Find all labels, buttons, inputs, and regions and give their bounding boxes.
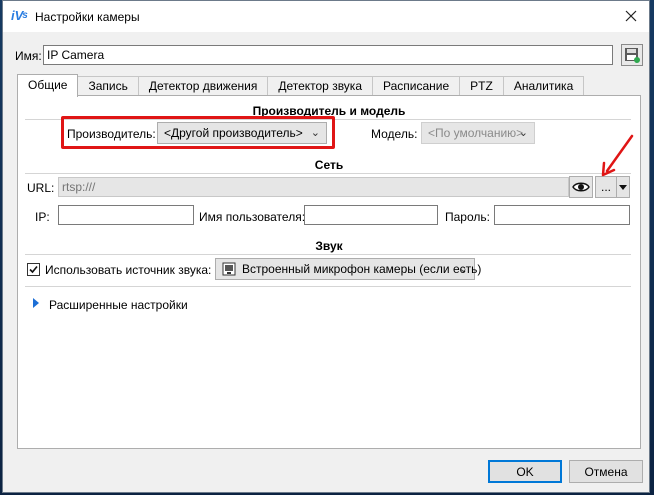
- tab-general[interactable]: Общие: [17, 74, 79, 97]
- tab-analytics[interactable]: Аналитика: [502, 76, 585, 96]
- ok-button[interactable]: OK: [488, 460, 562, 483]
- url-input[interactable]: [58, 177, 569, 197]
- url-label: URL:: [27, 181, 55, 195]
- name-input[interactable]: [43, 45, 613, 65]
- model-select[interactable]: <По умолчанию> ⌄: [421, 122, 535, 144]
- save-icon: [625, 48, 640, 63]
- tab-recording[interactable]: Запись: [77, 76, 139, 96]
- annotation-arrow-icon: [601, 134, 634, 177]
- divider: [25, 286, 631, 287]
- app-logo-icon: iVs: [11, 8, 28, 23]
- settings-tabs: Общие Запись Детектор движения Детектор …: [17, 74, 585, 97]
- password-input[interactable]: [494, 205, 630, 225]
- close-button[interactable]: [619, 5, 643, 27]
- username-input[interactable]: [304, 205, 438, 225]
- cancel-button[interactable]: Отмена: [569, 460, 643, 483]
- close-icon: [625, 10, 637, 22]
- network-section-title: Сеть: [314, 158, 344, 172]
- url-dropdown-button[interactable]: [616, 176, 630, 198]
- caret-down-icon: [619, 184, 627, 190]
- tab-motion-detector[interactable]: Детектор движения: [137, 76, 269, 96]
- chevron-down-icon: ⌄: [518, 127, 528, 139]
- sound-source-value: Встроенный микрофон камеры (если есть): [242, 262, 482, 276]
- ip-input[interactable]: [58, 205, 194, 225]
- name-label: Имя:: [15, 49, 42, 63]
- manufacturer-label: Производитель:: [67, 127, 156, 141]
- camera-device-icon: [222, 262, 236, 276]
- sound-source-select[interactable]: Встроенный микрофон камеры (если есть) ⌄: [215, 258, 481, 280]
- sound-section-title: Звук: [315, 239, 343, 253]
- checkmark-icon: [29, 265, 38, 274]
- chevron-down-icon: ⌄: [310, 127, 320, 139]
- tab-sound-detector[interactable]: Детектор звука: [267, 76, 373, 96]
- username-label: Имя пользователя:: [199, 210, 306, 224]
- show-url-button[interactable]: [569, 176, 593, 198]
- chevron-down-icon: ⌄: [458, 263, 468, 275]
- tab-schedule[interactable]: Расписание: [372, 76, 461, 96]
- model-select-value: <По умолчанию>: [428, 126, 524, 140]
- use-sound-checkbox[interactable]: [27, 263, 40, 276]
- window-title: Настройки камеры: [35, 10, 140, 24]
- divider: [25, 254, 631, 255]
- manufacturer-select[interactable]: <Другой производитель> ⌄: [157, 122, 327, 144]
- camera-settings-dialog: iVs Настройки камеры Имя: Общие Запись Д…: [2, 0, 650, 493]
- save-name-button[interactable]: [621, 44, 643, 66]
- expand-arrow-icon[interactable]: [33, 298, 39, 308]
- ip-label: IP:: [35, 210, 50, 224]
- divider: [25, 173, 631, 174]
- title-bar: iVs Настройки камеры: [3, 1, 649, 32]
- use-sound-label: Использовать источник звука:: [45, 263, 212, 277]
- manufacturer-select-value: <Другой производитель>: [164, 126, 303, 140]
- password-label: Пароль:: [445, 210, 490, 224]
- url-more-button[interactable]: ...: [595, 176, 617, 198]
- model-label: Модель:: [371, 127, 418, 141]
- tab-ptz[interactable]: PTZ: [459, 76, 504, 96]
- advanced-settings-toggle[interactable]: Расширенные настройки: [49, 298, 188, 312]
- eye-icon: [572, 182, 590, 192]
